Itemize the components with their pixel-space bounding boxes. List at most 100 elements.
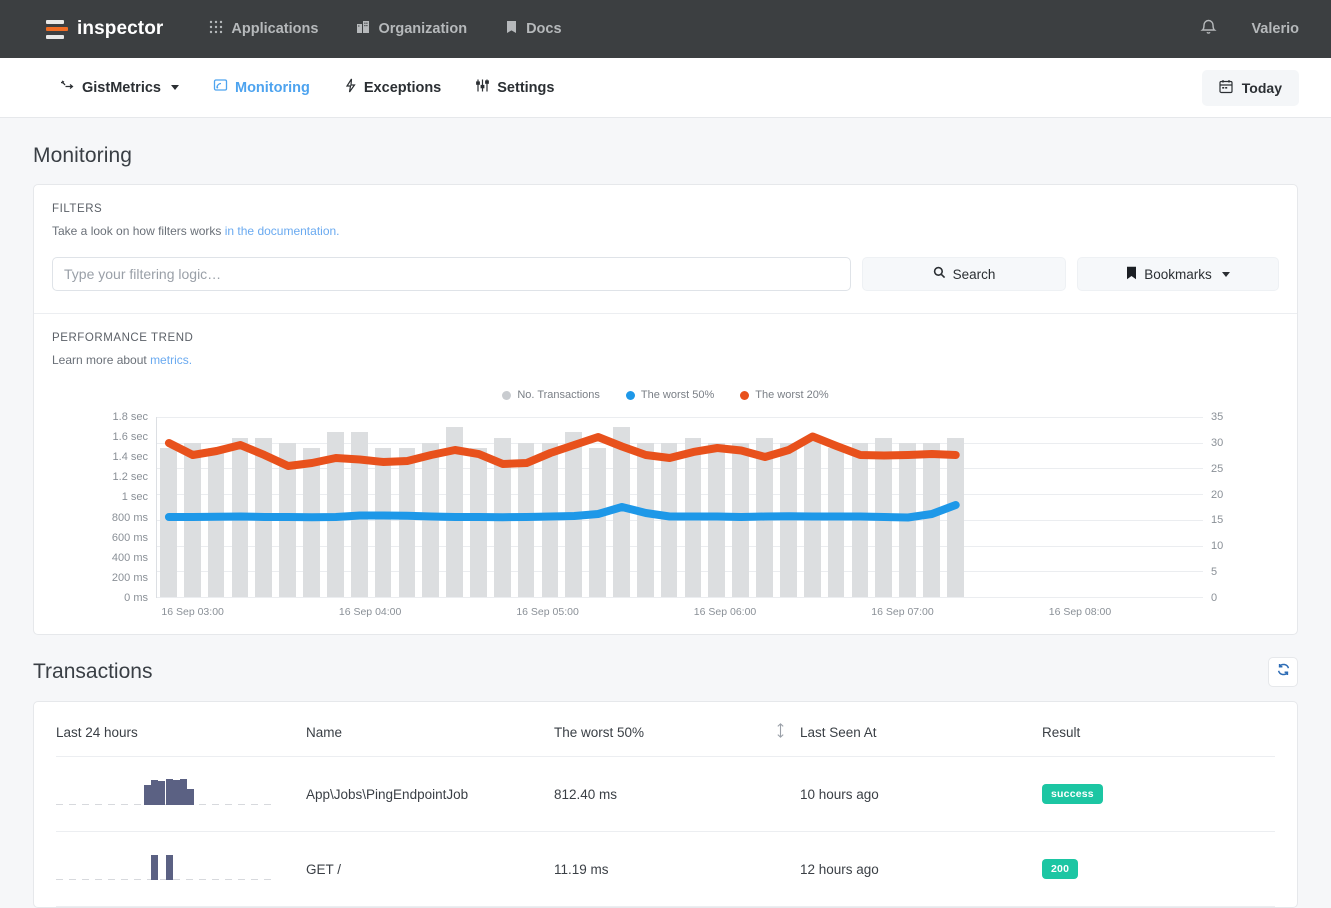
column-header-result: Result <box>1042 702 1275 757</box>
x-axis-tick: 16 Sep 07:00 <box>871 606 933 618</box>
cell-name: App\Jobs\PingEndpointJob <box>306 757 554 832</box>
filters-help: Take a look on how filters works in the … <box>52 224 1279 238</box>
documentation-link[interactable]: in the documentation. <box>225 224 340 238</box>
performance-trend-help: Learn more about metrics. <box>52 353 1279 367</box>
chart-line-the-worst-20- <box>169 436 956 466</box>
status-badge: 200 <box>1042 859 1078 879</box>
search-button[interactable]: Search <box>862 257 1066 291</box>
x-axis-tick: 16 Sep 06:00 <box>694 606 756 618</box>
nav-label-monitoring: Monitoring <box>235 80 310 96</box>
nav-item-exceptions[interactable]: Exceptions <box>344 78 441 97</box>
top-navbar: inspector Applications <box>0 0 1331 58</box>
sparkline-bar <box>151 780 158 805</box>
secondary-nav-items: GistMetrics Monitoring Exceptions <box>60 78 554 97</box>
y-left-tick: 1.6 sec <box>113 431 148 443</box>
grid-icon <box>209 20 223 38</box>
nav-label-applications: Applications <box>231 21 318 37</box>
sparkline-bar <box>166 855 173 880</box>
nav-item-applications[interactable]: Applications <box>209 20 318 38</box>
y-left-tick: 1.2 sec <box>113 471 148 483</box>
filters-row: Search Bookmarks <box>52 257 1279 291</box>
bookmark-icon <box>1126 266 1137 283</box>
table-row[interactable]: App\Jobs\PingEndpointJob812.40 ms10 hour… <box>56 757 1275 832</box>
column-header-last-24-hours: Last 24 hours <box>56 702 306 757</box>
x-axis-tick: 16 Sep 08:00 <box>1049 606 1111 618</box>
filters-label: FILTERS <box>52 203 1279 215</box>
transactions-table-card: Last 24 hours Name The worst 50% Last Se… <box>33 701 1298 908</box>
x-axis-tick: 16 Sep 03:00 <box>161 606 223 618</box>
y-right-tick: 5 <box>1211 566 1217 578</box>
sparkline-bar <box>187 789 194 805</box>
legend-color-dot <box>626 391 635 400</box>
monitoring-card: FILTERS Take a look on how filters works… <box>33 184 1298 635</box>
cell-last-seen-at: 10 hours ago <box>800 757 1042 832</box>
nav-item-settings[interactable]: Settings <box>475 78 554 97</box>
table-row[interactable]: GET /11.19 ms12 hours ago200 <box>56 832 1275 907</box>
legend-label: The worst 20% <box>755 389 828 401</box>
nav-item-monitoring[interactable]: Monitoring <box>213 78 310 97</box>
column-header-name[interactable]: Name <box>306 702 554 757</box>
transactions-table-head: Last 24 hours Name The worst 50% Last Se… <box>56 702 1275 757</box>
sparkline-bar <box>173 780 180 805</box>
building-icon <box>356 20 370 38</box>
y-right-tick: 25 <box>1211 463 1223 475</box>
user-menu[interactable]: Valerio <box>1251 21 1299 37</box>
date-range-label: Today <box>1242 80 1282 96</box>
refresh-button[interactable] <box>1268 657 1298 687</box>
chart-gridline <box>157 597 1203 598</box>
inspector-logo-icon <box>46 20 68 39</box>
nav-label-docs: Docs <box>526 21 561 37</box>
y-left-tick: 600 ms <box>112 532 148 544</box>
legend-item-1[interactable]: The worst 50% <box>626 389 714 401</box>
legend-label: No. Transactions <box>517 389 600 401</box>
legend-color-dot <box>740 391 749 400</box>
performance-trend-label: PERFORMANCE TREND <box>52 332 1279 344</box>
filter-input[interactable] <box>52 257 851 291</box>
brand-logo[interactable]: inspector <box>46 18 163 40</box>
sparkline-bar <box>144 785 151 805</box>
y-left-tick: 0 ms <box>124 592 148 604</box>
sparkline-bar <box>151 855 158 880</box>
page-content: Monitoring FILTERS Take a look on how fi… <box>0 118 1331 908</box>
brand-name: inspector <box>77 18 163 40</box>
performance-help-text: Learn more about <box>52 353 150 367</box>
sliders-icon <box>475 78 490 97</box>
monitor-icon <box>213 78 228 97</box>
column-header-last-seen-at[interactable]: Last Seen At <box>800 702 1042 757</box>
y-right-tick: 10 <box>1211 540 1223 552</box>
bookmarks-button[interactable]: Bookmarks <box>1077 257 1279 291</box>
nav-item-gistmetrics[interactable]: GistMetrics <box>60 78 179 97</box>
y-left-tick: 800 ms <box>112 512 148 524</box>
cell-result: 200 <box>1042 832 1275 907</box>
legend-item-0[interactable]: No. Transactions <box>502 389 600 401</box>
transactions-header: Transactions <box>33 657 1298 687</box>
top-nav-links: Applications Organization <box>209 20 561 38</box>
column-header-worst-50[interactable]: The worst 50% <box>554 702 776 757</box>
column-header-sort[interactable] <box>776 702 800 757</box>
metrics-link[interactable]: metrics. <box>150 353 192 367</box>
y-right-tick: 35 <box>1211 411 1223 423</box>
date-range-button[interactable]: Today <box>1202 70 1299 106</box>
bell-icon[interactable] <box>1200 17 1217 41</box>
cell-sparkline <box>56 757 306 832</box>
legend-item-2[interactable]: The worst 20% <box>740 389 828 401</box>
cell-sparkline <box>56 832 306 907</box>
sparkline-bar <box>166 779 173 805</box>
nav-label-exceptions: Exceptions <box>364 80 441 96</box>
calendar-icon <box>1219 79 1233 97</box>
bookmarks-button-label: Bookmarks <box>1144 267 1212 282</box>
search-button-label: Search <box>953 267 996 282</box>
chart-plot-area <box>156 417 1203 598</box>
transactions-table-body: App\Jobs\PingEndpointJob812.40 ms10 hour… <box>56 757 1275 907</box>
search-icon <box>933 266 946 282</box>
chart-lines <box>157 417 1203 597</box>
sparkline <box>56 850 276 888</box>
page-title: Monitoring <box>33 144 1298 168</box>
nav-item-organization[interactable]: Organization <box>356 20 467 38</box>
nav-item-docs[interactable]: Docs <box>505 20 561 38</box>
top-nav-right: Valerio <box>1200 17 1299 41</box>
sparkline <box>56 775 276 813</box>
nav-label-gistmetrics: GistMetrics <box>82 80 161 96</box>
secondary-navbar: GistMetrics Monitoring Exceptions <box>0 58 1331 118</box>
bolt-icon <box>344 78 357 97</box>
